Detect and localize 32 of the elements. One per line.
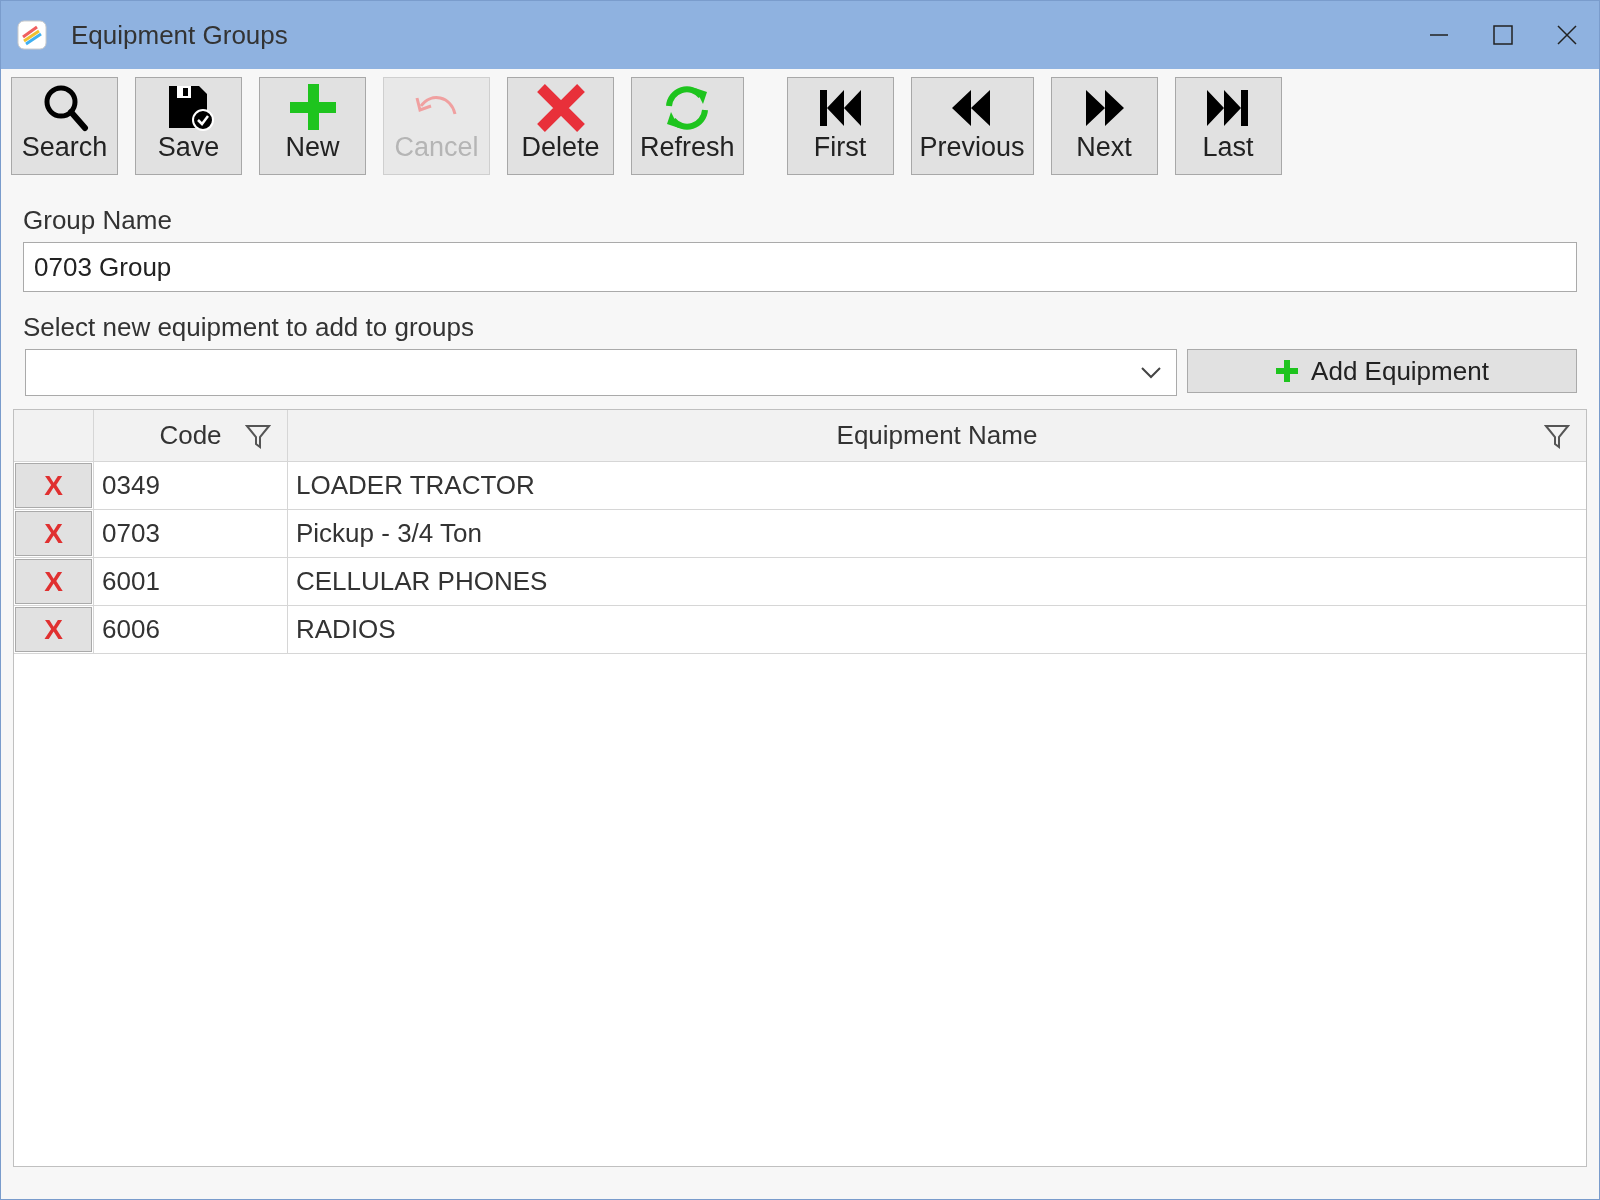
table-cell: 0703: [102, 518, 160, 549]
column-header: Code: [159, 420, 222, 451]
table-cell: 6006: [102, 614, 160, 645]
next-button[interactable]: Next: [1050, 77, 1158, 175]
equipment-select-label: Select new equipment to add to groups: [23, 312, 475, 343]
delete-button[interactable]: Delete: [507, 77, 614, 175]
last-button[interactable]: Last: [1174, 77, 1282, 175]
table-cell: 6001: [102, 566, 160, 597]
plus-icon: [1275, 359, 1300, 383]
window-title: Equipment Groups: [71, 19, 289, 51]
table-cell: 0349: [102, 470, 160, 501]
refresh-button[interactable]: Refresh: [631, 77, 744, 175]
search-button[interactable]: Search: [11, 77, 118, 175]
close-icon: [1557, 25, 1577, 45]
table-cell: Pickup - 3/4 Ton: [296, 518, 482, 549]
group-name-label: Group Name: [23, 205, 173, 236]
table-cell: CELLULAR PHONES: [296, 566, 548, 597]
minimize-icon: [1429, 34, 1449, 36]
maximize-icon: [1493, 25, 1513, 45]
filter-icon[interactable]: [245, 422, 271, 449]
app-icon: [17, 20, 47, 50]
table-cell: LOADER TRACTOR: [296, 470, 535, 501]
filter-icon[interactable]: [1544, 422, 1570, 449]
first-button[interactable]: First: [786, 77, 894, 175]
save-button[interactable]: Save: [135, 77, 242, 175]
column-header: Equipment Name: [836, 420, 1038, 451]
new-button[interactable]: New: [259, 77, 366, 175]
group-name-field[interactable]: 0703 Group: [23, 242, 1577, 292]
add-equipment-button[interactable]: Add Equipment: [1187, 349, 1577, 393]
chevron-down-icon: [1140, 365, 1162, 380]
table-cell: RADIOS: [296, 614, 396, 645]
previous-button[interactable]: Previous: [910, 77, 1034, 175]
